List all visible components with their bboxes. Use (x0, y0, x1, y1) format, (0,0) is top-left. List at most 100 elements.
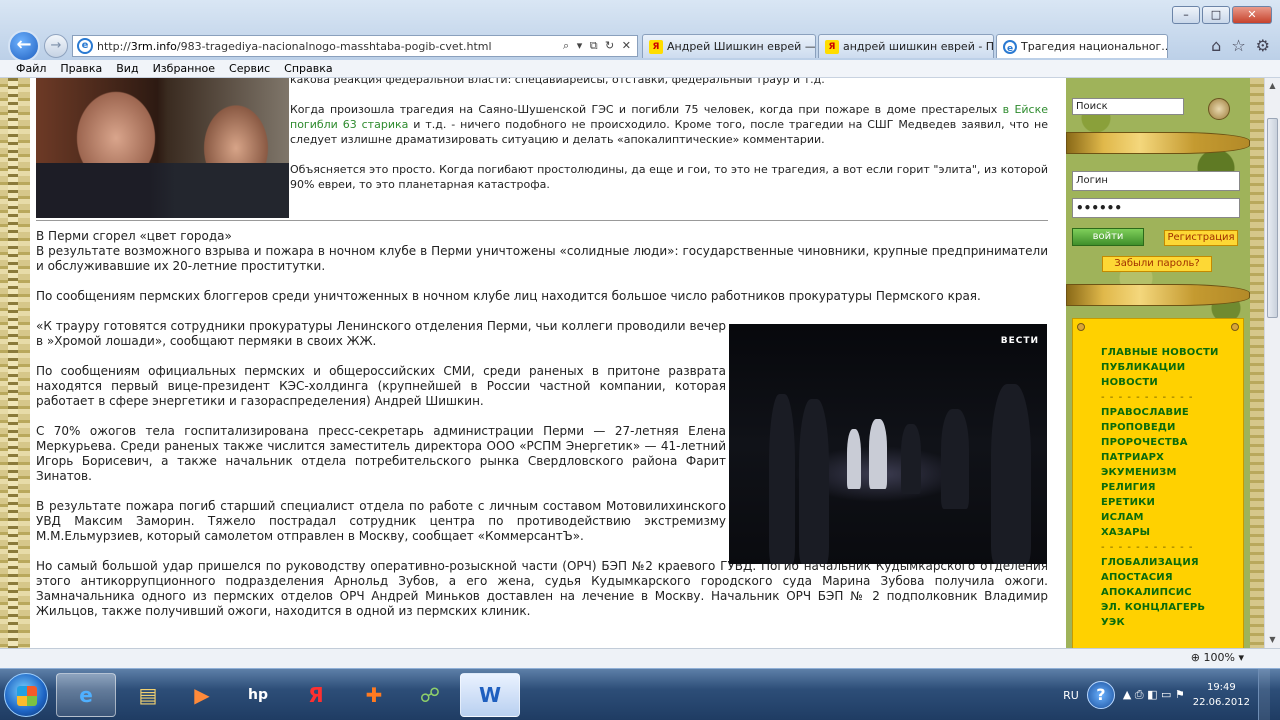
maximize-button[interactable]: □ (1202, 6, 1230, 24)
yandex-taskbar-button[interactable]: Я (286, 673, 346, 717)
article: какова реакция федеральной власти: спеца… (30, 78, 1066, 648)
tab-yandex-1[interactable]: Я Андрей Шишкин еврей — ... (642, 34, 816, 58)
explorer-taskbar-button[interactable]: ▤ (118, 673, 178, 717)
window-controls: – □ ✕ (1172, 6, 1272, 24)
minimize-button[interactable]: – (1172, 6, 1200, 24)
menu-help[interactable]: Справка (284, 60, 332, 77)
zoom-icon: ⊕ (1190, 651, 1201, 664)
login-field[interactable]: Логин (1072, 171, 1240, 191)
scroll-down-arrow[interactable]: ▼ (1265, 632, 1280, 648)
ie-page-icon: e (77, 38, 93, 54)
close-window-button[interactable]: ✕ (1232, 6, 1272, 24)
menu-edit[interactable]: Правка (60, 60, 102, 77)
login-button[interactable]: войти (1072, 228, 1144, 246)
zoom-value: 100% (1203, 651, 1235, 664)
paragraph-4: По сообщениям официальных пермских и общ… (36, 364, 726, 408)
nav-prophecies[interactable]: ПРОРОЧЕСТВА (1101, 435, 1243, 450)
star-icon[interactable]: ☆ (1231, 36, 1245, 55)
paragraph-1: В результате возможного взрыва и пожара … (36, 244, 1048, 273)
search-button[interactable] (1208, 98, 1230, 120)
top-paragraph-1: Когда произошла трагедия на Саяно-Шушенс… (290, 102, 1048, 147)
news-video-frame[interactable]: ВЕСТИ (729, 324, 1047, 564)
windows-logo-icon (17, 686, 37, 706)
menu-bar: Файл Правка Вид Избранное Сервис Справка (0, 60, 1280, 78)
forward-button[interactable]: → (44, 34, 68, 58)
back-button[interactable]: ← (8, 30, 40, 62)
scrollbar-thumb[interactable] (1267, 118, 1278, 318)
nav-islam[interactable]: ИСЛАМ (1101, 510, 1243, 525)
date: 22.06.2012 (1192, 697, 1250, 708)
silhouette (991, 384, 1031, 564)
scroll-up-arrow[interactable]: ▲ (1265, 78, 1280, 94)
nav-publications[interactable]: ПУБЛИКАЦИИ (1101, 360, 1243, 375)
silhouette (941, 409, 969, 509)
nav-separator: - - - - - - - - - - - (1101, 542, 1194, 553)
nav-main-news[interactable]: ГЛАВНЫЕ НОВОСТИ (1101, 345, 1243, 360)
time: 19:49 (1206, 682, 1236, 693)
silhouette (869, 419, 887, 489)
register-button[interactable]: Регистрация (1164, 230, 1238, 246)
taskbar: e ▤ ▶ hp Я ✚ ☍ W RU ? ▲ ⎙ ◧ ▭ ⚑ 19:49 22.… (0, 668, 1280, 720)
nav-apocalypse[interactable]: АПОКАЛИПСИС (1101, 585, 1243, 600)
cut-off-line: какова реакция федеральной власти: спеца… (290, 78, 825, 86)
menu-file[interactable]: Файл (16, 60, 46, 77)
office-taskbar-button[interactable]: ✚ (344, 673, 404, 717)
search-input[interactable]: Поиск (1072, 98, 1184, 115)
start-button[interactable] (4, 673, 48, 717)
nav-religion[interactable]: РЕЛИГИЯ (1101, 480, 1243, 495)
tab-label: андрей шишкин еврей - П... (843, 40, 994, 53)
zoom-level[interactable]: ⊕ 100% ▾ (1191, 651, 1244, 664)
silhouette (901, 424, 921, 494)
nav-orthodoxy[interactable]: ПРАВОСЛАВИЕ (1101, 405, 1243, 420)
nav-uek[interactable]: УЭК (1101, 615, 1243, 630)
bullet-decoration (1066, 132, 1250, 154)
nav-khazars[interactable]: ХАЗАРЫ (1101, 525, 1243, 540)
tray-icons[interactable]: ▲ ⎙ ◧ ▭ ⚑ (1123, 688, 1185, 702)
home-icon[interactable]: ⌂ (1211, 36, 1221, 55)
nav-news[interactable]: НОВОСТИ (1101, 375, 1243, 390)
clock[interactable]: 19:49 22.06.2012 (1193, 680, 1250, 710)
page-viewport: какова реакция федеральной власти: спеца… (0, 78, 1264, 648)
nav-sermons[interactable]: ПРОПОВЕДИ (1101, 420, 1243, 435)
address-tools-icons[interactable]: ⌕ ▾ ⧉ ↻ ✕ (563, 39, 637, 53)
ie-icon: e (1003, 39, 1017, 54)
top-text: Когда произошла трагедия на Саяно-Шушенс… (290, 102, 1048, 207)
decorative-left-border (0, 78, 30, 648)
nav-heretics[interactable]: ЕРЕТИКИ (1101, 495, 1243, 510)
paragraph-6: В результате пожара погиб старший специа… (36, 499, 726, 543)
word-taskbar-button[interactable]: W (460, 673, 520, 717)
password-field[interactable]: •••••• (1072, 198, 1240, 218)
ie-taskbar-button[interactable]: e (56, 673, 116, 717)
vesti-logo: ВЕСТИ (1000, 336, 1039, 346)
tab-yandex-2[interactable]: Яандрей шишкин еврей - П... (818, 34, 994, 58)
language-indicator[interactable]: RU (1063, 689, 1079, 702)
nav-apostasy[interactable]: АПОСТАСИЯ (1101, 570, 1243, 585)
toolbar-icons: ⌂ ☆ ⚙ (1211, 36, 1270, 55)
tab-active-article[interactable]: eТрагедия национальног...✕ (996, 34, 1168, 58)
address-bar[interactable]: e http://3rm.info/983-tragediya-nacional… (72, 35, 638, 57)
nav-ecumenism[interactable]: ЭКУМЕНИЗМ (1101, 465, 1243, 480)
hp-taskbar-button[interactable]: hp (228, 673, 288, 717)
paragraph-7: Но самый большой удар пришелся по руково… (36, 559, 1048, 618)
nav-globalization[interactable]: ГЛОБАЛИЗАЦИЯ (1101, 555, 1243, 570)
help-icon[interactable]: ? (1086, 681, 1115, 709)
vertical-scrollbar[interactable]: ▲ ▼ (1264, 78, 1280, 648)
divider (36, 220, 1048, 221)
forgot-password-button[interactable]: Забыли пароль? (1102, 256, 1212, 272)
tab-label: Андрей Шишкин еврей — ... (667, 40, 816, 53)
address-url[interactable]: http://3rm.info/983-tragediya-nacionalno… (97, 40, 563, 53)
menu-favorites[interactable]: Избранное (153, 60, 215, 77)
top-paragraph-2: Объясняется это просто. Когда погибают п… (290, 163, 1048, 191)
status-bar: ⊕ 100% ▾ (0, 648, 1280, 668)
leaders-photo (36, 78, 289, 218)
menu-view[interactable]: Вид (116, 60, 138, 77)
tab-label: Трагедия национальног... (1021, 40, 1168, 53)
gear-icon[interactable]: ⚙ (1256, 36, 1270, 55)
menu-tools[interactable]: Сервис (229, 60, 270, 77)
show-desktop-button[interactable] (1258, 669, 1270, 720)
network-taskbar-button[interactable]: ☍ (400, 673, 460, 717)
nav-e-camp[interactable]: ЭЛ. КОНЦЛАГЕРЬ (1101, 600, 1243, 615)
media-player-taskbar-button[interactable]: ▶ (172, 673, 232, 717)
nav-patriarch[interactable]: ПАТРИАРХ (1101, 450, 1243, 465)
url-prefix: http:// (97, 39, 131, 53)
